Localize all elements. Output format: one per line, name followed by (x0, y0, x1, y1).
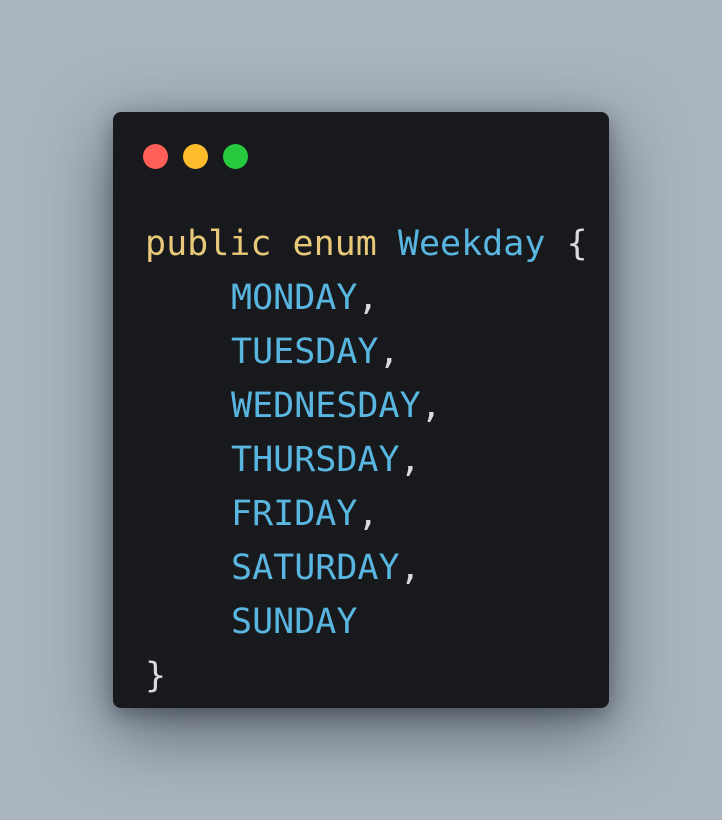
code-line-constant: THURSDAY, (145, 433, 588, 487)
enum-constant: MONDAY (231, 278, 358, 318)
code-window: public enum Weekday {MONDAY, TUESDAY, WEDN… (113, 112, 609, 708)
code-line-constant: FRIDAY, (145, 487, 588, 541)
comma: , (399, 440, 421, 480)
code-line-constant: MONDAY, (145, 271, 588, 325)
enum-constant: TUESDAY (231, 332, 379, 372)
enum-constant: FRIDAY (231, 494, 358, 534)
close-icon[interactable] (143, 144, 168, 169)
window-controls (143, 144, 248, 169)
comma: , (399, 548, 421, 588)
comma: , (357, 278, 379, 318)
code-line-declaration: public enum Weekday { (145, 217, 588, 271)
code-block: public enum Weekday {MONDAY, TUESDAY, WEDN… (145, 217, 588, 703)
minimize-icon[interactable] (183, 144, 208, 169)
zoom-icon[interactable] (223, 144, 248, 169)
enum-constant: WEDNESDAY (231, 386, 421, 426)
open-brace: { (566, 224, 588, 264)
comma: , (378, 332, 400, 372)
close-brace: } (145, 656, 167, 696)
comma: , (357, 494, 379, 534)
keyword-enum: enum (292, 224, 377, 264)
code-line-closing: } (145, 649, 588, 703)
enum-constant: SATURDAY (231, 548, 400, 588)
enum-constant: SUNDAY (231, 602, 358, 642)
enum-constant: THURSDAY (231, 440, 400, 480)
code-line-constant: WEDNESDAY, (145, 379, 588, 433)
keyword-public: public (145, 224, 272, 264)
comma: , (420, 386, 442, 426)
enum-type-name: Weekday (397, 224, 546, 264)
code-line-constant: TUESDAY, (145, 325, 588, 379)
code-line-constant: SATURDAY, (145, 541, 588, 595)
code-line-constant: SUNDAY (145, 595, 588, 649)
